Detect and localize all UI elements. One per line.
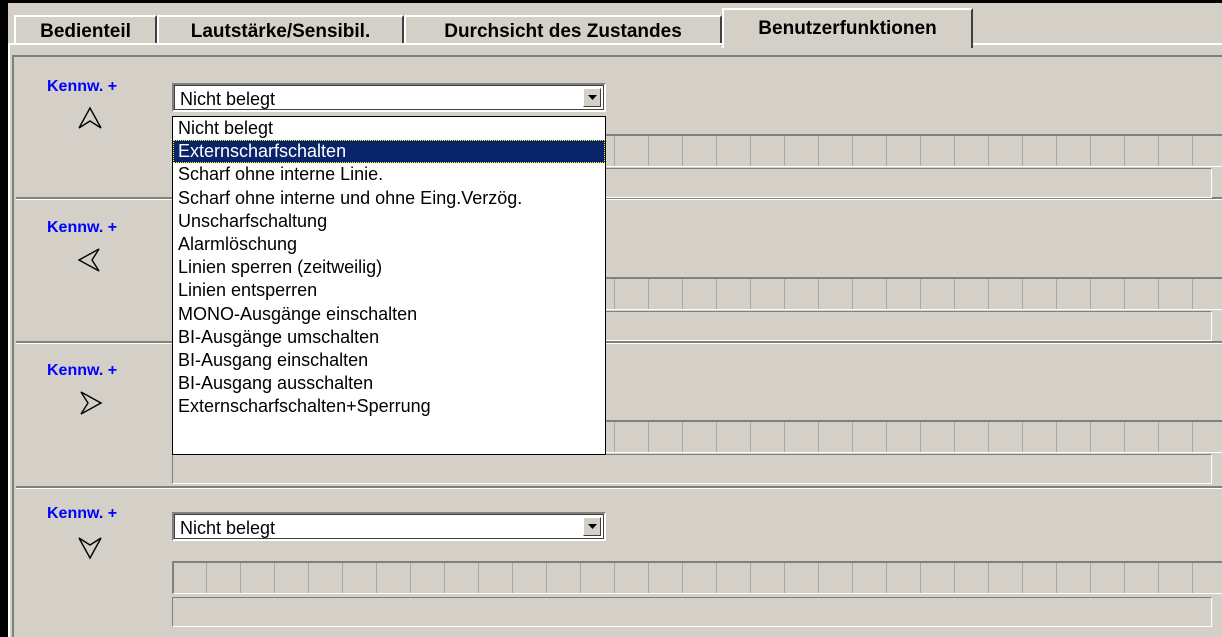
kennw-label: Kennw. + xyxy=(47,505,118,522)
dropdown-option-selected[interactable]: Externscharfschalten xyxy=(173,140,605,164)
select-value: Nicht belegt xyxy=(180,89,276,109)
status-field-down xyxy=(172,597,1212,627)
dropdown-option[interactable]: BI-Ausgänge umschalten xyxy=(173,326,605,349)
dropdown-option[interactable]: Scharf ohne interne Linie. xyxy=(173,163,605,186)
arrow-right-icon xyxy=(80,391,103,415)
tab-strip: Bedienteil Lautstärke/Sensibil. Durchsic… xyxy=(8,3,1222,48)
arrow-left-icon xyxy=(77,248,100,272)
function-dropdown-list[interactable]: Nicht belegt Externscharfschalten Scharf… xyxy=(172,116,606,455)
tab-label: Benutzerfunktionen xyxy=(758,18,937,39)
dropdown-option[interactable]: Linien entsperren xyxy=(173,279,605,302)
tab-label: Bedienteil xyxy=(40,21,131,42)
arrow-down-icon xyxy=(78,537,102,560)
chevron-down-icon[interactable] xyxy=(583,88,601,107)
function-select-down[interactable]: Nicht belegt xyxy=(172,512,606,541)
dropdown-option[interactable]: Scharf ohne interne und ohne Eing.Verzög… xyxy=(173,187,605,210)
kennw-label: Kennw. + xyxy=(47,78,118,95)
kennw-label: Kennw. + xyxy=(47,362,118,379)
tab-label: Lautstärke/Sensibil. xyxy=(190,21,371,42)
status-field-right xyxy=(172,454,1212,484)
select-value: Nicht belegt xyxy=(180,518,276,538)
app-window: Bedienteil Lautstärke/Sensibil. Durchsic… xyxy=(0,0,1222,637)
arrow-up-icon xyxy=(78,106,102,129)
window-left-border xyxy=(0,0,8,637)
group-divider-highlight xyxy=(16,488,1222,489)
dropdown-option[interactable]: Externscharfschalten+Sperrung xyxy=(173,395,605,418)
chevron-down-icon[interactable] xyxy=(583,517,601,536)
function-cells-down xyxy=(172,561,1222,594)
dropdown-option[interactable]: MONO-Ausgänge einschalten xyxy=(173,303,605,326)
dropdown-option[interactable]: BI-Ausgang einschalten xyxy=(173,349,605,372)
dropdown-option[interactable]: Alarmlöschung xyxy=(173,233,605,256)
dropdown-option[interactable]: Nicht belegt xyxy=(173,117,605,140)
kennw-label: Kennw. + xyxy=(47,219,118,236)
tab-label: Durchsicht des Zustandes xyxy=(444,21,682,42)
tab-benutzerfunktionen[interactable]: Benutzerfunktionen xyxy=(722,8,973,48)
function-select-up[interactable]: Nicht belegt xyxy=(172,83,606,112)
dropdown-option[interactable]: BI-Ausgang ausschalten xyxy=(173,372,605,395)
dropdown-option[interactable]: Linien sperren (zeitweilig) xyxy=(173,256,605,279)
dropdown-option[interactable]: Unscharfschaltung xyxy=(173,210,605,233)
